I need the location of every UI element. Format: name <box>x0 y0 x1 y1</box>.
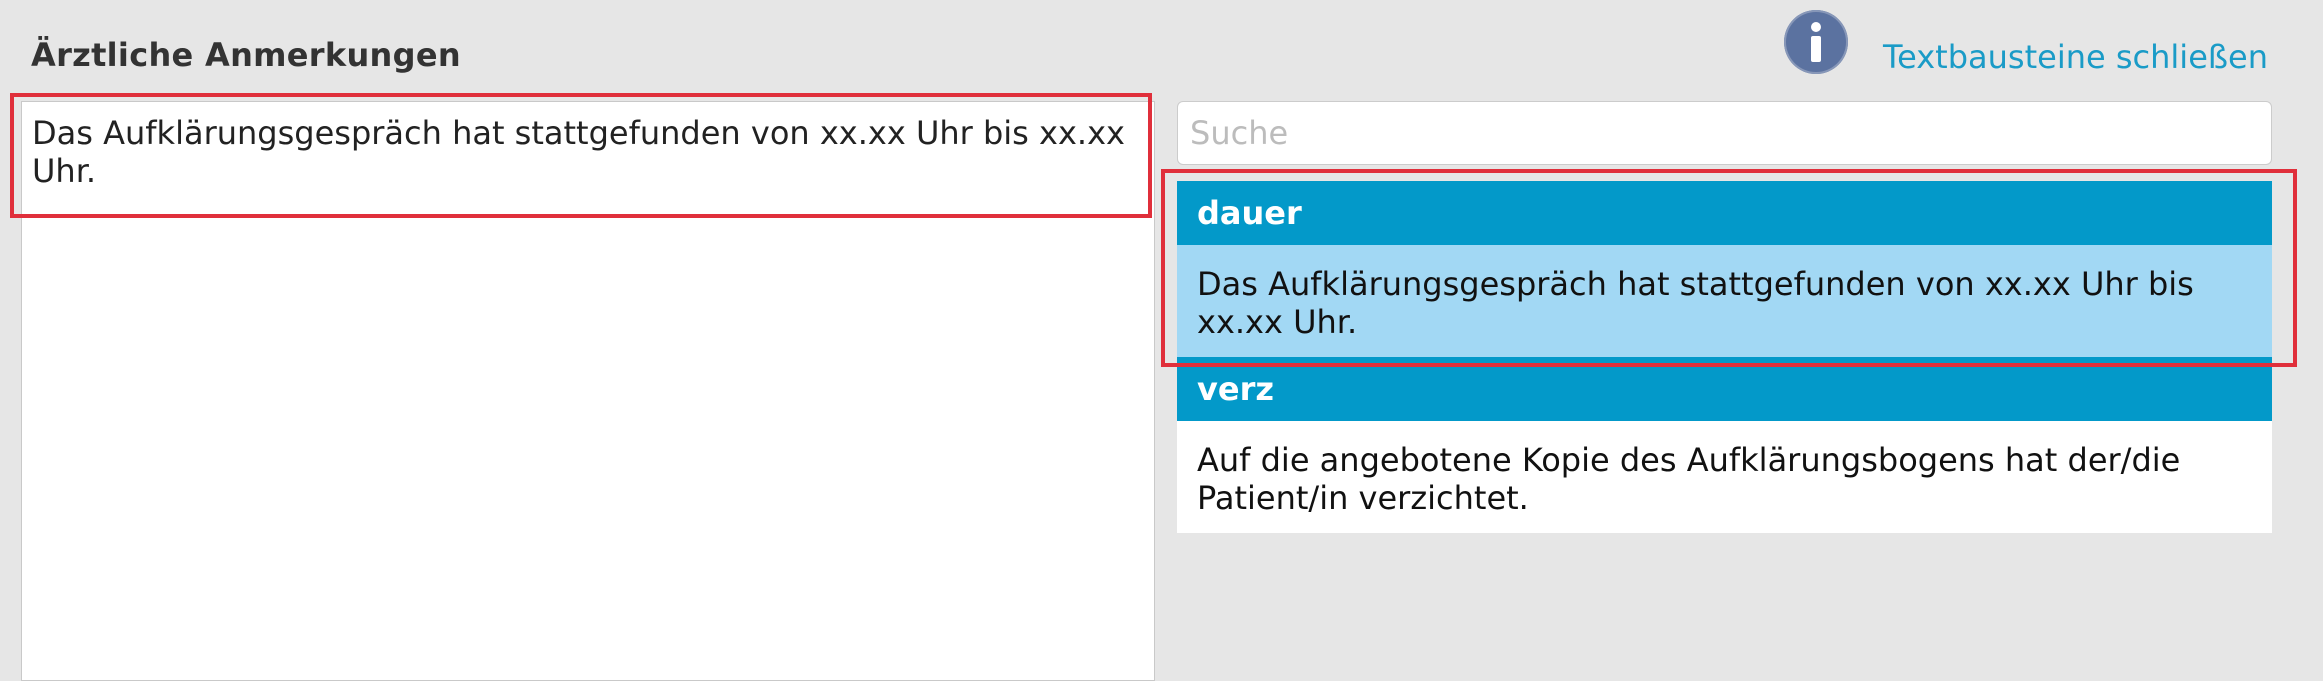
info-glyph <box>1811 22 1821 62</box>
info-icon[interactable] <box>1784 10 1848 74</box>
snippet-list: dauer Das Aufklärungsgespräch hat stattg… <box>1177 181 2272 533</box>
notes-panel[interactable]: Das Aufklärungsgespräch hat stattgefunde… <box>21 101 1155 681</box>
notes-text[interactable]: Das Aufklärungsgespräch hat stattgefunde… <box>32 114 1152 190</box>
search-input[interactable] <box>1177 101 2272 165</box>
snippet-text-dauer[interactable]: Das Aufklärungsgespräch hat stattgefunde… <box>1177 245 2272 357</box>
snippet-text-verz[interactable]: Auf die angebotene Kopie des Aufklärungs… <box>1177 421 2272 533</box>
section-title: Ärztliche Anmerkungen <box>31 36 461 74</box>
snippet-header-verz[interactable]: verz <box>1177 357 2272 421</box>
snippet-header-dauer[interactable]: dauer <box>1177 181 2272 245</box>
close-snippets-link[interactable]: Textbausteine schließen <box>1883 38 2268 76</box>
